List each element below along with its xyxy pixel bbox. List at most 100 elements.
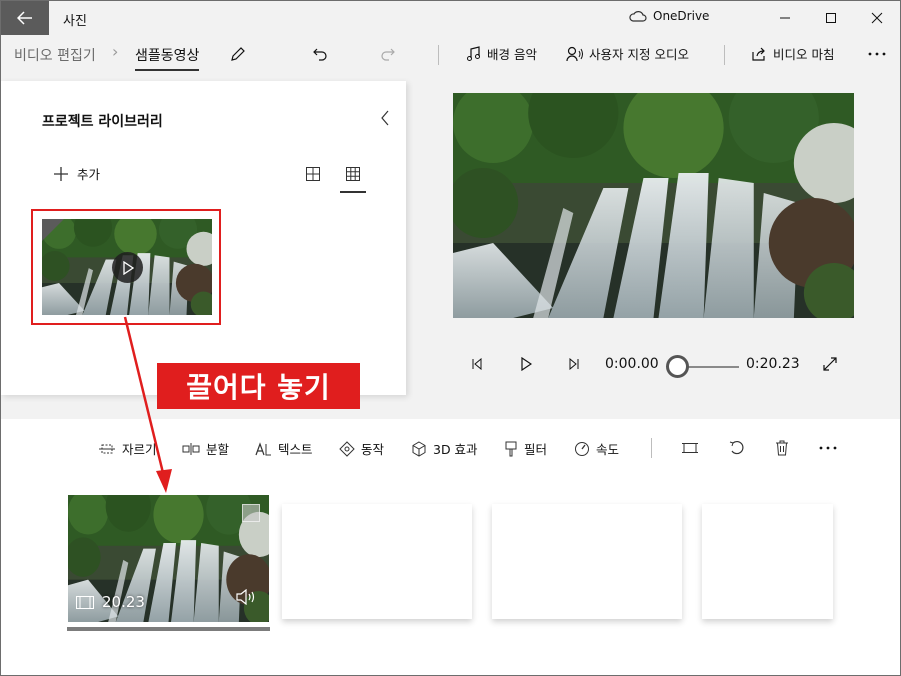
- storyboard-toolbar: 자르기 분할 텍스트 동작 3D 효과 필터 속도: [1, 431, 900, 465]
- motion-label: 동작: [361, 442, 385, 457]
- speed-button[interactable]: 속도: [574, 439, 619, 458]
- filters-button[interactable]: 필터: [504, 439, 547, 458]
- toolbar-divider: [438, 45, 439, 65]
- close-button[interactable]: [854, 1, 900, 35]
- add-media-label: 추가: [77, 167, 101, 182]
- crop-icon: [682, 443, 698, 453]
- photos-window: 사진 OneDrive 비디오 편집기 › 샘플동영상 배경 음악 사용자 지정…: [0, 0, 901, 676]
- cloud-icon: [629, 11, 647, 22]
- maximize-button[interactable]: [808, 1, 854, 35]
- add-media-button[interactable]: 추가: [53, 164, 100, 183]
- waterfall-preview-image: [453, 93, 854, 318]
- motion-icon: [339, 440, 355, 457]
- scrub-handle[interactable]: [666, 355, 689, 378]
- minimize-icon: [780, 17, 790, 19]
- play-icon: [521, 357, 532, 371]
- back-button[interactable]: [1, 1, 49, 35]
- film-icon: [76, 595, 94, 609]
- back-arrow-icon: [17, 11, 32, 25]
- 3d-effects-button[interactable]: 3D 효과: [411, 439, 478, 458]
- speaker-icon: [236, 588, 255, 606]
- workspace: 프로젝트 라이브러리 추가 0:00.00 0:20.23: [1, 73, 900, 419]
- delete-button[interactable]: [771, 437, 793, 459]
- large-grid-view-button[interactable]: [300, 161, 326, 187]
- project-library-title: 프로젝트 라이브러리: [42, 114, 163, 130]
- editor-toolbar: 비디오 편집기 › 샘플동영상 배경 음악 사용자 지정 오디오 비디오 마침: [1, 35, 900, 73]
- fullscreen-button[interactable]: [819, 353, 841, 375]
- empty-storyboard-slot: [282, 504, 472, 619]
- more-icon: [868, 52, 886, 56]
- clip-selection-bar: [67, 627, 270, 631]
- rotate-icon: [729, 440, 744, 455]
- custom-audio-button[interactable]: 사용자 지정 오디오: [566, 44, 689, 63]
- onedrive-label: OneDrive: [653, 9, 710, 23]
- redo-icon: [381, 48, 395, 61]
- step-forward-icon: [569, 358, 579, 370]
- current-time: 0:00.00: [605, 356, 659, 372]
- 3d-effects-label: 3D 효과: [433, 442, 478, 457]
- title-bar: 사진 OneDrive: [1, 1, 900, 35]
- storyboard-clip[interactable]: 20.23: [68, 495, 269, 622]
- next-frame-button[interactable]: [563, 353, 585, 375]
- video-preview: [453, 93, 854, 318]
- clip-duration: 20.23: [76, 593, 145, 611]
- clip-duration-value: 20.23: [102, 593, 145, 611]
- grid-large-icon: [306, 167, 320, 181]
- chevron-left-icon: [381, 110, 389, 126]
- text-button[interactable]: 텍스트: [254, 439, 313, 458]
- crop-resize-button[interactable]: [679, 437, 701, 459]
- breadcrumb-project-name[interactable]: 샘플동영상: [135, 45, 200, 71]
- close-icon: [871, 12, 883, 24]
- trim-icon: [99, 444, 115, 453]
- storyboard-more-button[interactable]: [817, 437, 839, 459]
- background-music-label: 배경 음악: [487, 47, 537, 62]
- split-icon: [182, 442, 200, 455]
- onedrive-status[interactable]: OneDrive: [629, 9, 709, 23]
- 3d-cube-icon: [412, 440, 426, 457]
- toolbar-divider: [724, 45, 725, 65]
- person-audio-icon: [566, 46, 583, 61]
- breadcrumb-video-editor[interactable]: 비디오 편집기: [14, 45, 96, 65]
- finish-video-label: 비디오 마침: [773, 47, 835, 62]
- undo-icon: [313, 48, 327, 61]
- split-button[interactable]: 분할: [182, 439, 229, 458]
- filter-brush-icon: [505, 441, 517, 456]
- rename-button[interactable]: [227, 43, 249, 65]
- redo-button[interactable]: [377, 43, 399, 65]
- clip-select-checkbox[interactable]: [242, 504, 260, 522]
- speedometer-icon: [575, 441, 589, 456]
- collapse-library-button[interactable]: [375, 106, 395, 130]
- highlight-box: [31, 209, 221, 325]
- project-library-panel: 프로젝트 라이브러리 추가: [1, 81, 406, 395]
- app-title: 사진: [63, 14, 87, 29]
- storyboard-divider: [651, 438, 652, 458]
- motion-button[interactable]: 동작: [339, 439, 384, 458]
- breadcrumb-separator: ›: [112, 42, 119, 61]
- playback-controls: 0:00.00 0:20.23: [1, 350, 900, 380]
- music-note-icon: [467, 45, 480, 61]
- trash-icon: [776, 440, 788, 456]
- previous-frame-button[interactable]: [466, 353, 488, 375]
- empty-storyboard-slot: [702, 504, 833, 619]
- grid-small-icon: [346, 167, 360, 181]
- maximize-icon: [826, 13, 836, 23]
- empty-storyboard-slot: [492, 504, 682, 619]
- pencil-icon: [231, 47, 245, 61]
- expand-icon: [823, 357, 837, 371]
- trim-button[interactable]: 자르기: [98, 439, 157, 458]
- split-label: 분할: [206, 442, 230, 457]
- custom-audio-label: 사용자 지정 오디오: [589, 47, 689, 62]
- background-music-button[interactable]: 배경 음악: [465, 44, 537, 63]
- share-export-icon: [752, 47, 765, 61]
- total-time: 0:20.23: [746, 356, 800, 372]
- filters-label: 필터: [524, 442, 548, 457]
- minimize-button[interactable]: [762, 1, 808, 35]
- undo-button[interactable]: [309, 43, 331, 65]
- rotate-button[interactable]: [726, 437, 748, 459]
- text-label: 텍스트: [278, 442, 313, 457]
- finish-video-button[interactable]: 비디오 마침: [751, 44, 834, 63]
- clip-volume-button[interactable]: [235, 588, 257, 609]
- play-button[interactable]: [515, 353, 537, 375]
- small-grid-view-button[interactable]: [340, 161, 366, 193]
- more-options-button[interactable]: [866, 43, 888, 65]
